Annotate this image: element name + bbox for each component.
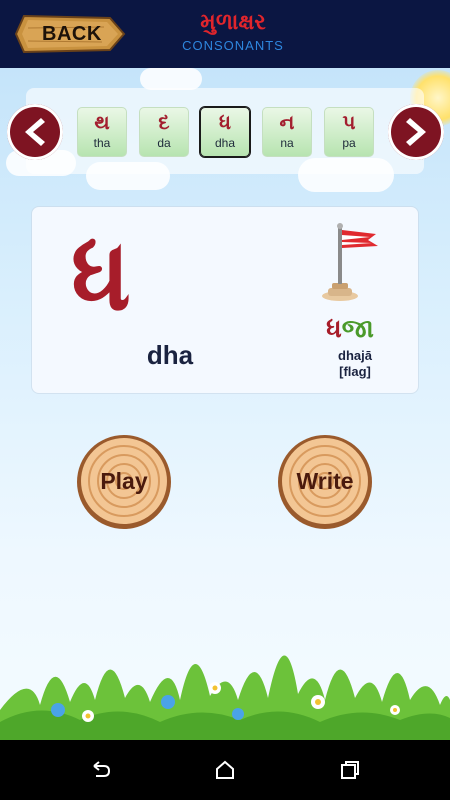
tile-roman: da	[157, 136, 171, 150]
tile-letter: ન	[279, 112, 295, 134]
letter-tile-da[interactable]: દ da	[139, 107, 189, 157]
tile-roman: pa	[342, 136, 356, 150]
example-word: ધજા	[318, 313, 382, 343]
page-subtitle: CONSONANTS	[182, 38, 284, 53]
tile-roman: dha	[214, 136, 236, 150]
chevron-left-icon	[25, 118, 45, 146]
back-label: BACK	[42, 23, 102, 45]
letter-tile-na[interactable]: ન na	[262, 107, 312, 157]
play-label: Play	[100, 468, 148, 494]
tile-letter: દ	[158, 112, 170, 134]
featured-letter-roman: dha	[146, 340, 194, 370]
home-icon[interactable]	[213, 758, 237, 782]
featured-letter[interactable]: ધ	[56, 220, 146, 330]
flag-image[interactable]	[318, 222, 384, 302]
header-bar: BACK મુળાક્ષર CONSONANTS	[0, 0, 450, 68]
write-label: Write	[296, 468, 354, 494]
recents-icon[interactable]	[338, 758, 362, 782]
app-screen: BACK મુળાક્ષર CONSONANTS થ tha દ da ધ dh…	[0, 0, 450, 740]
play-button[interactable]: Play	[75, 432, 173, 530]
next-button[interactable]	[388, 104, 444, 160]
letter-tile-pa[interactable]: પ pa	[324, 107, 374, 157]
tile-letter: ધ	[219, 112, 231, 134]
example-word-part2: જા	[341, 313, 374, 343]
system-nav-bar	[0, 740, 450, 800]
tile-roman: na	[280, 136, 294, 150]
grass-decoration	[0, 655, 450, 740]
letter-tile-dha[interactable]: ધ dha	[200, 107, 250, 157]
letter-tile-tha[interactable]: થ tha	[77, 107, 127, 157]
tile-letter: પ	[342, 112, 356, 134]
page-title: મુળાક્ષર	[200, 9, 266, 34]
tile-roman: tha	[93, 136, 111, 150]
back-button[interactable]: BACK	[14, 14, 126, 54]
example-word-meaning: [flag]	[339, 364, 371, 379]
back-icon[interactable]	[88, 758, 112, 782]
chevron-right-icon	[406, 118, 426, 146]
example-word-part1: ધ	[326, 313, 342, 343]
tile-letter: થ	[94, 112, 110, 134]
write-button[interactable]: Write	[276, 432, 374, 530]
cloud-decoration	[140, 68, 202, 90]
prev-button[interactable]	[7, 104, 63, 160]
example-word-roman: dhajā	[338, 348, 372, 363]
